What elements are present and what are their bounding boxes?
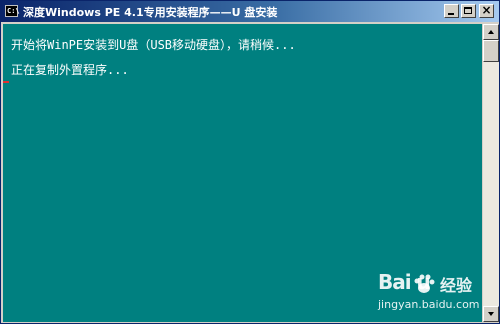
console-line: 正在复制外置程序... [11, 63, 129, 77]
console-app-icon[interactable]: C:\ [5, 5, 20, 17]
paw-icon [414, 274, 435, 293]
maximize-icon [464, 7, 472, 14]
scroll-up-button[interactable] [483, 24, 499, 40]
title-bar[interactable]: C:\ 深度Windows PE 4.1专用安装程序——U 盘安装 × [1, 1, 499, 22]
scroll-thumb[interactable] [483, 40, 499, 62]
watermark-url: jingyan.baidu.com [378, 298, 480, 311]
window-title: 深度Windows PE 4.1专用安装程序——U 盘安装 [23, 6, 278, 19]
baidu-watermark: Bai u 经验 jingyan.baidu.com [378, 270, 494, 320]
arrow-up-icon [488, 30, 494, 34]
maximize-button[interactable] [461, 4, 476, 18]
text-cursor [3, 81, 9, 83]
close-icon: × [481, 3, 492, 17]
watermark-brand: 经验 [440, 276, 473, 295]
minimize-icon [448, 13, 454, 15]
minimize-button[interactable] [444, 4, 459, 18]
close-button[interactable]: × [479, 3, 494, 18]
console-line: 开始将WinPE安装到U盘（USB移动硬盘），请稍候... [11, 38, 296, 52]
